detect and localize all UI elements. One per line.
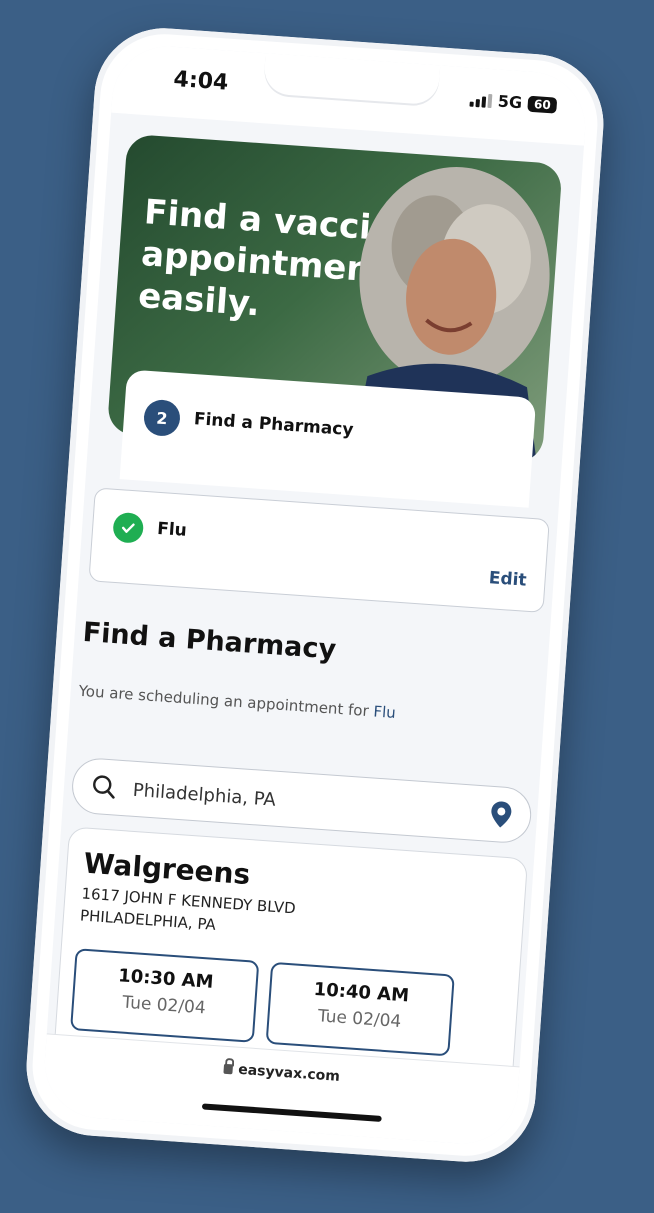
- search-icon: [93, 775, 115, 799]
- page-title: Find a Pharmacy: [81, 616, 338, 666]
- notch: [262, 53, 441, 106]
- scheduling-subtitle: You are scheduling an appointment for Fl…: [78, 682, 396, 722]
- step-number-badge: 2: [142, 398, 182, 438]
- edit-vaccine-button[interactable]: Edit: [488, 568, 527, 591]
- lock-icon: [222, 1063, 233, 1075]
- location-search-input[interactable]: [129, 773, 476, 830]
- subtitle-vaccine-link: Flu: [372, 702, 397, 722]
- phone-screen: 4:04 5G 60 Find a vaccine appointment ea…: [41, 42, 589, 1148]
- vaccine-name: Flu: [156, 518, 188, 541]
- check-icon: [112, 511, 145, 544]
- location-pin-icon[interactable]: [489, 800, 513, 829]
- network-label: 5G: [497, 91, 523, 113]
- url-text: easyvax.com: [237, 1061, 341, 1085]
- phone-frame: 4:04 5G 60 Find a vaccine appointment ea…: [21, 23, 609, 1167]
- pharmacy-name: Walgreens: [82, 846, 252, 892]
- subtitle-text: You are scheduling an appointment for: [78, 681, 370, 721]
- slot-date: Tue 02/04: [121, 992, 207, 1019]
- battery-icon: 60: [527, 95, 558, 114]
- time-slot-button[interactable]: 10:40 AM Tue 02/04: [265, 961, 455, 1057]
- selected-vaccine-card: Flu Edit: [88, 487, 550, 613]
- pharmacy-address-line2: PHILADELPHIA, PA: [79, 906, 217, 934]
- home-indicator[interactable]: [201, 1103, 382, 1122]
- status-indicators: 5G 60: [469, 90, 558, 115]
- slot-date: Tue 02/04: [317, 1006, 402, 1033]
- time-slot-button[interactable]: 10:30 AM Tue 02/04: [70, 948, 260, 1043]
- step-label: Find a Pharmacy: [193, 409, 355, 441]
- signal-icon: [469, 92, 493, 108]
- status-bar: 4:04 5G 60: [111, 42, 589, 146]
- status-time: 4:04: [172, 66, 230, 96]
